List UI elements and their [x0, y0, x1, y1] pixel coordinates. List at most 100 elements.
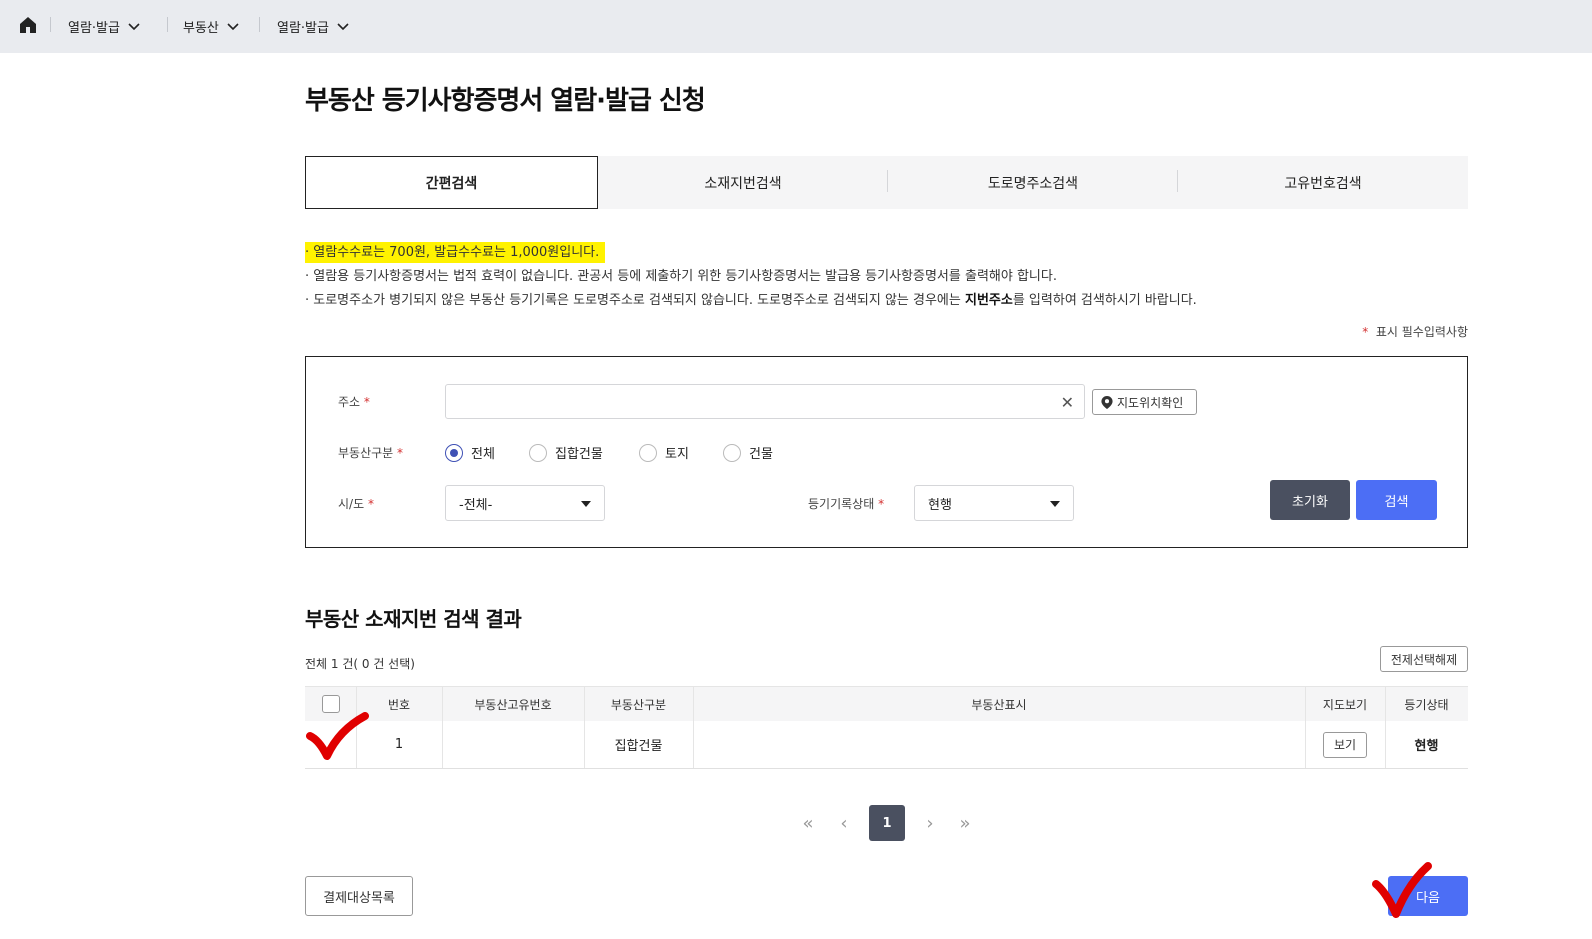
notice-road-pre: 도로명주소가 병기되지 않은 부동산 등기기록은 도로명주소로 검색되지 않습니…	[313, 293, 965, 308]
map-view-button[interactable]: 보기	[1323, 731, 1367, 758]
tab-simple-search[interactable]: 간편검색	[305, 156, 598, 209]
top-nav: 열람·발급 부동산 열람·발급	[0, 0, 1592, 53]
notice-road-post: 를 입력하여 검색하시기 바랍니다.	[1012, 293, 1197, 308]
required-star: *	[878, 497, 885, 511]
payment-list-button[interactable]: 결제대상목록	[305, 876, 413, 916]
caret-down-icon	[581, 501, 591, 507]
column-divider	[584, 687, 585, 721]
radio-label: 집합건물	[555, 447, 603, 462]
nav-item-view-issue-sub[interactable]: 열람·발급	[277, 0, 349, 53]
record-status-select[interactable]: 현행	[914, 485, 1074, 521]
notice-fee-text: 열람수수료는 700원, 발급수수료는 1,000원입니다.	[313, 245, 600, 260]
caret-down-icon	[1050, 501, 1060, 507]
nav-divider	[259, 17, 260, 32]
nav-item-view-issue[interactable]: 열람·발급	[68, 0, 140, 53]
chevron-down-icon	[227, 22, 239, 30]
row-status: 현행	[1414, 739, 1439, 754]
column-header-number: 번호	[387, 697, 411, 712]
tab-road-address-search[interactable]: 도로명주소검색	[888, 156, 1178, 209]
address-label: 주소 *	[338, 393, 370, 410]
property-type-label-text: 부동산구분	[338, 446, 394, 460]
radio-button[interactable]	[529, 443, 547, 462]
property-type-label: 부동산구분 *	[338, 444, 403, 461]
column-divider	[442, 721, 443, 768]
radio-button[interactable]	[639, 443, 657, 462]
column-divider	[1385, 687, 1386, 721]
prev-page-button[interactable]: ‹	[834, 805, 854, 841]
map-button-label: 지도위치확인	[1117, 395, 1184, 410]
required-star: *	[367, 497, 374, 511]
search-button[interactable]: 검색	[1356, 480, 1437, 520]
table-row[interactable]: 1 집합건물 보기 현행	[305, 721, 1468, 769]
page-number-current[interactable]: 1	[869, 805, 905, 841]
radio-label: 건물	[749, 447, 773, 462]
column-divider	[1385, 721, 1386, 768]
notice-road-bold: 지번주소	[965, 293, 1013, 308]
sido-label-text: 시/도	[338, 497, 365, 511]
home-icon[interactable]	[19, 16, 37, 34]
select-all-checkbox[interactable]	[321, 695, 340, 713]
nav-divider	[50, 17, 51, 32]
search-tabs: 간편검색 소재지번검색 도로명주소검색 고유번호검색	[305, 156, 1468, 209]
column-divider	[356, 687, 357, 721]
reset-button[interactable]: 초기화	[1270, 480, 1350, 520]
address-input[interactable]: ✕	[445, 384, 1085, 419]
column-header-property-type: 부동산구분	[610, 697, 667, 712]
radio-type-building[interactable]: 건물	[723, 443, 773, 462]
required-star: *	[1362, 325, 1369, 339]
map-pin-icon	[1101, 395, 1113, 409]
header-select-cell	[305, 687, 356, 721]
radio-type-land[interactable]: 토지	[639, 443, 689, 462]
column-header-unique-number: 부동산고유번호	[474, 697, 552, 712]
next-button[interactable]: 다음	[1388, 876, 1468, 916]
required-field-note: * 표시 필수입력사항	[1362, 323, 1468, 340]
record-status-value: 현행	[928, 497, 952, 513]
radio-button[interactable]	[723, 443, 741, 462]
sido-select[interactable]: -전체-	[445, 485, 605, 521]
next-page-button[interactable]: ›	[920, 805, 940, 841]
notice-legal: · 열람용 등기사항증명서는 법적 효력이 없습니다. 관공서 등에 제출하기 …	[305, 269, 1057, 284]
result-count: 전체 1 건( 0 건 선택)	[305, 657, 415, 671]
notice-legal-text: 열람용 등기사항증명서는 법적 효력이 없습니다. 관공서 등에 제출하기 위한…	[313, 269, 1057, 284]
column-header-map-view: 지도보기	[1322, 697, 1368, 712]
row-property-display	[693, 721, 1305, 768]
column-divider	[356, 721, 357, 768]
chevron-right-icon: ›	[926, 812, 934, 834]
column-header-property-display: 부동산표시	[971, 697, 1027, 712]
row-number: 1	[394, 737, 404, 752]
radio-label: 토지	[665, 447, 689, 462]
nav-item-realestate[interactable]: 부동산	[183, 0, 239, 53]
deselect-all-button[interactable]: 전제선택해제	[1380, 646, 1468, 672]
required-note-text: 표시 필수입력사항	[1375, 325, 1468, 339]
column-divider	[693, 687, 694, 721]
row-property-type: 집합건물	[614, 739, 663, 754]
radio-button[interactable]	[445, 443, 463, 462]
nav-item-label: 열람·발급	[68, 21, 120, 36]
tab-lot-number-search[interactable]: 소재지번검색	[598, 156, 888, 209]
row-unique-number	[442, 721, 584, 768]
map-location-button[interactable]: 지도위치확인	[1092, 389, 1197, 415]
search-form: 주소 * ✕ 지도위치확인 부동산구분 * 전체 집합건물 토지 건물 시/도 …	[305, 356, 1468, 548]
sido-select-value: -전체-	[459, 497, 493, 513]
column-divider	[1305, 687, 1306, 721]
chevron-down-icon	[128, 22, 140, 30]
tab-unique-number-search[interactable]: 고유번호검색	[1178, 156, 1468, 209]
nav-item-label: 열람·발급	[277, 21, 329, 36]
page-title: 부동산 등기사항증명서 열람·발급 신청	[305, 86, 706, 116]
chevron-down-icon	[337, 22, 349, 30]
column-header-status: 등기상태	[1404, 697, 1449, 712]
double-chevron-right-icon: »	[959, 812, 971, 834]
radio-label: 전체	[471, 447, 495, 462]
radio-type-collective-building[interactable]: 집합건물	[529, 443, 603, 462]
notice-road-address: · 도로명주소가 병기되지 않은 부동산 등기기록은 도로명주소로 검색되지 않…	[305, 293, 1197, 308]
required-star: *	[397, 446, 404, 460]
column-divider	[584, 721, 585, 768]
table-header: 번호 부동산고유번호 부동산구분 부동산표시 지도보기 등기상태	[305, 686, 1468, 721]
clear-icon[interactable]: ✕	[1061, 393, 1074, 412]
radio-type-all[interactable]: 전체	[445, 443, 495, 462]
required-star: *	[363, 395, 370, 409]
column-divider	[1305, 721, 1306, 768]
first-page-button[interactable]: «	[796, 805, 820, 841]
nav-divider	[167, 17, 168, 32]
last-page-button[interactable]: »	[953, 805, 977, 841]
